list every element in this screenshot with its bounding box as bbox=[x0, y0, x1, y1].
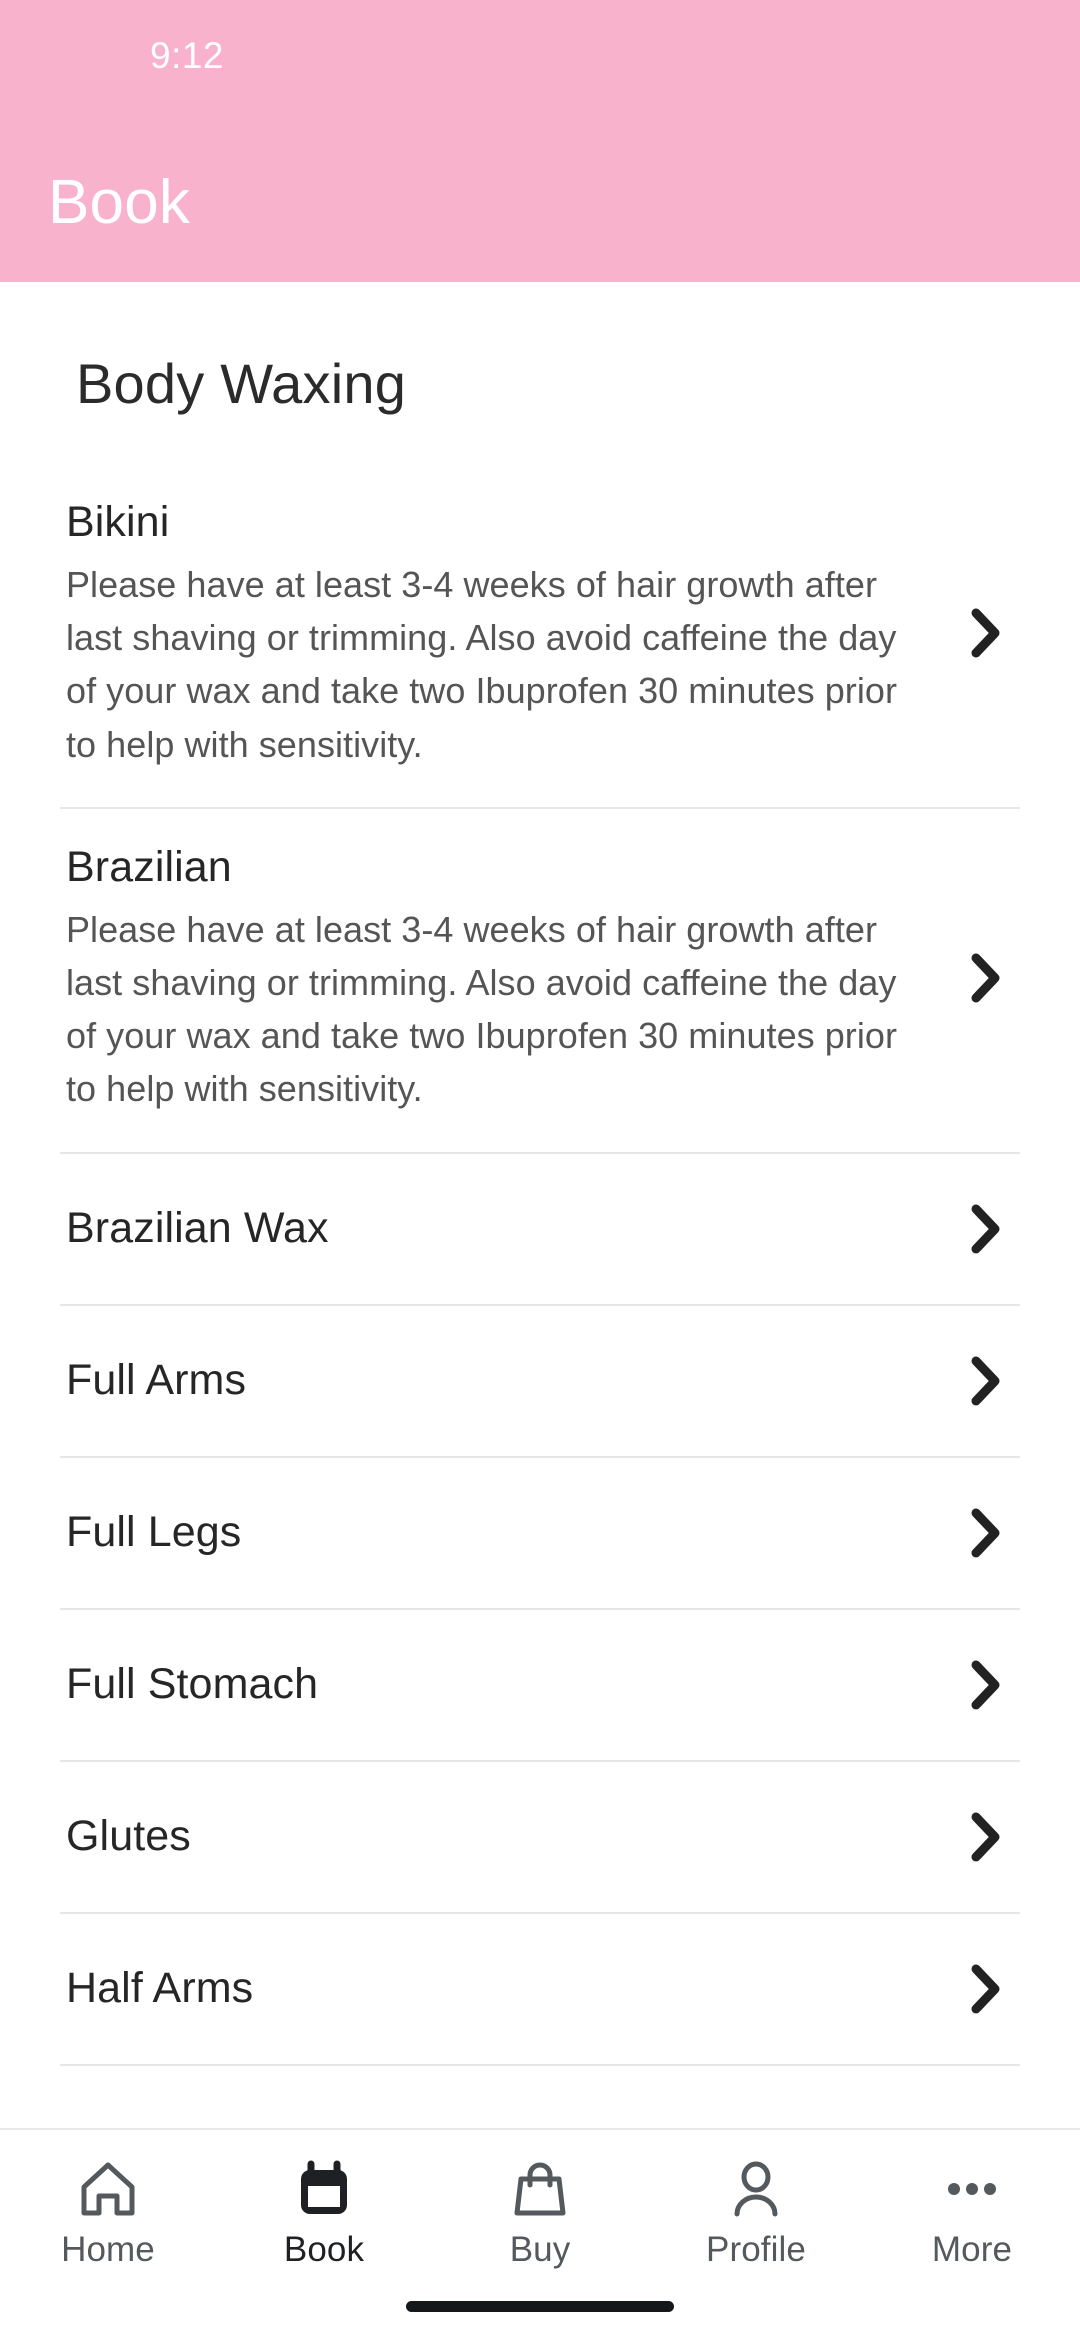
service-list-item[interactable]: Full Legs bbox=[60, 1458, 1020, 1610]
service-list: Bikini Please have at least 3-4 weeks of … bbox=[0, 464, 1080, 2066]
service-item-text: Full Legs bbox=[60, 1506, 958, 1560]
nav-item-label: Home bbox=[61, 2230, 155, 2269]
service-item-title: Bikini bbox=[66, 498, 170, 546]
service-list-item[interactable]: Brazilian Wax bbox=[60, 1154, 1020, 1306]
chevron-right-icon[interactable] bbox=[958, 605, 1014, 661]
service-item-title: Full Legs bbox=[66, 1507, 242, 1556]
nav-item-label: Buy bbox=[509, 2230, 571, 2269]
service-item-description: Please have at least 3-4 weeks of hair g… bbox=[66, 908, 898, 1110]
nav-item-label: Book bbox=[283, 2230, 365, 2269]
service-item-text: Bikini Please have at least 3-4 weeks of … bbox=[60, 496, 958, 771]
chevron-right-icon[interactable] bbox=[958, 1657, 1014, 1713]
service-list-item[interactable]: Brazilian Please have at least 3-4 weeks … bbox=[60, 809, 1020, 1154]
page-title: Body Waxing bbox=[76, 352, 407, 415]
service-item-title: Full Arms bbox=[66, 1355, 247, 1404]
nav-item-more[interactable]: More bbox=[864, 2156, 1080, 2267]
main-content: Body Waxing Bikini Please have at least 3… bbox=[0, 282, 1080, 2128]
service-item-title: Brazilian Wax bbox=[66, 1203, 329, 1252]
app-root: 9:12 Book Body Waxing Bikini Please have … bbox=[0, 0, 1080, 2340]
calendar-icon bbox=[293, 2156, 355, 2222]
chevron-right-icon[interactable] bbox=[958, 950, 1014, 1006]
service-item-title: Brazilian bbox=[66, 842, 232, 891]
page-header-title: Book bbox=[48, 168, 191, 237]
service-list-item[interactable]: Bikini Please have at least 3-4 weeks of … bbox=[60, 464, 1020, 809]
home-icon bbox=[77, 2156, 139, 2222]
chevron-right-icon[interactable] bbox=[958, 1961, 1014, 2017]
chevron-right-icon[interactable] bbox=[958, 1353, 1014, 1409]
service-item-title: Glutes bbox=[66, 1811, 191, 1860]
status-bar: 9:12 bbox=[0, 0, 1080, 110]
bag-icon bbox=[509, 2156, 571, 2222]
ellipsis-icon bbox=[941, 2156, 1003, 2222]
nav-item-book[interactable]: Book bbox=[216, 2156, 432, 2267]
app-header: 9:12 Book bbox=[0, 0, 1080, 282]
person-icon bbox=[725, 2156, 787, 2222]
home-indicator bbox=[406, 2301, 674, 2312]
service-item-description: Please have at least 3-4 weeks of hair g… bbox=[66, 563, 898, 765]
service-list-item[interactable]: Full Stomach bbox=[60, 1610, 1020, 1762]
service-list-item[interactable]: Half Arms bbox=[60, 1914, 1020, 2066]
chevron-right-icon[interactable] bbox=[958, 1505, 1014, 1561]
chevron-right-icon[interactable] bbox=[958, 1201, 1014, 1257]
service-item-text: Full Stomach bbox=[60, 1658, 958, 1712]
service-item-text: Brazilian Please have at least 3-4 weeks … bbox=[60, 841, 958, 1116]
service-item-text: Glutes bbox=[60, 1810, 958, 1864]
nav-item-buy[interactable]: Buy bbox=[432, 2156, 648, 2267]
service-item-title: Full Stomach bbox=[66, 1659, 319, 1708]
nav-item-label: More bbox=[931, 2230, 1013, 2269]
service-list-item[interactable]: Full Arms bbox=[60, 1306, 1020, 1458]
service-item-text: Full Arms bbox=[60, 1354, 958, 1408]
nav-item-label: Profile bbox=[706, 2230, 806, 2269]
nav-item-home[interactable]: Home bbox=[0, 2156, 216, 2267]
service-item-text: Brazilian Wax bbox=[60, 1202, 958, 1256]
nav-item-profile[interactable]: Profile bbox=[648, 2156, 864, 2267]
service-list-item[interactable]: Glutes bbox=[60, 1762, 1020, 1914]
service-item-title: Half Arms bbox=[66, 1963, 254, 2012]
chevron-right-icon[interactable] bbox=[958, 1809, 1014, 1865]
service-item-text: Half Arms bbox=[60, 1962, 958, 2016]
status-bar-clock: 9:12 bbox=[150, 34, 225, 76]
